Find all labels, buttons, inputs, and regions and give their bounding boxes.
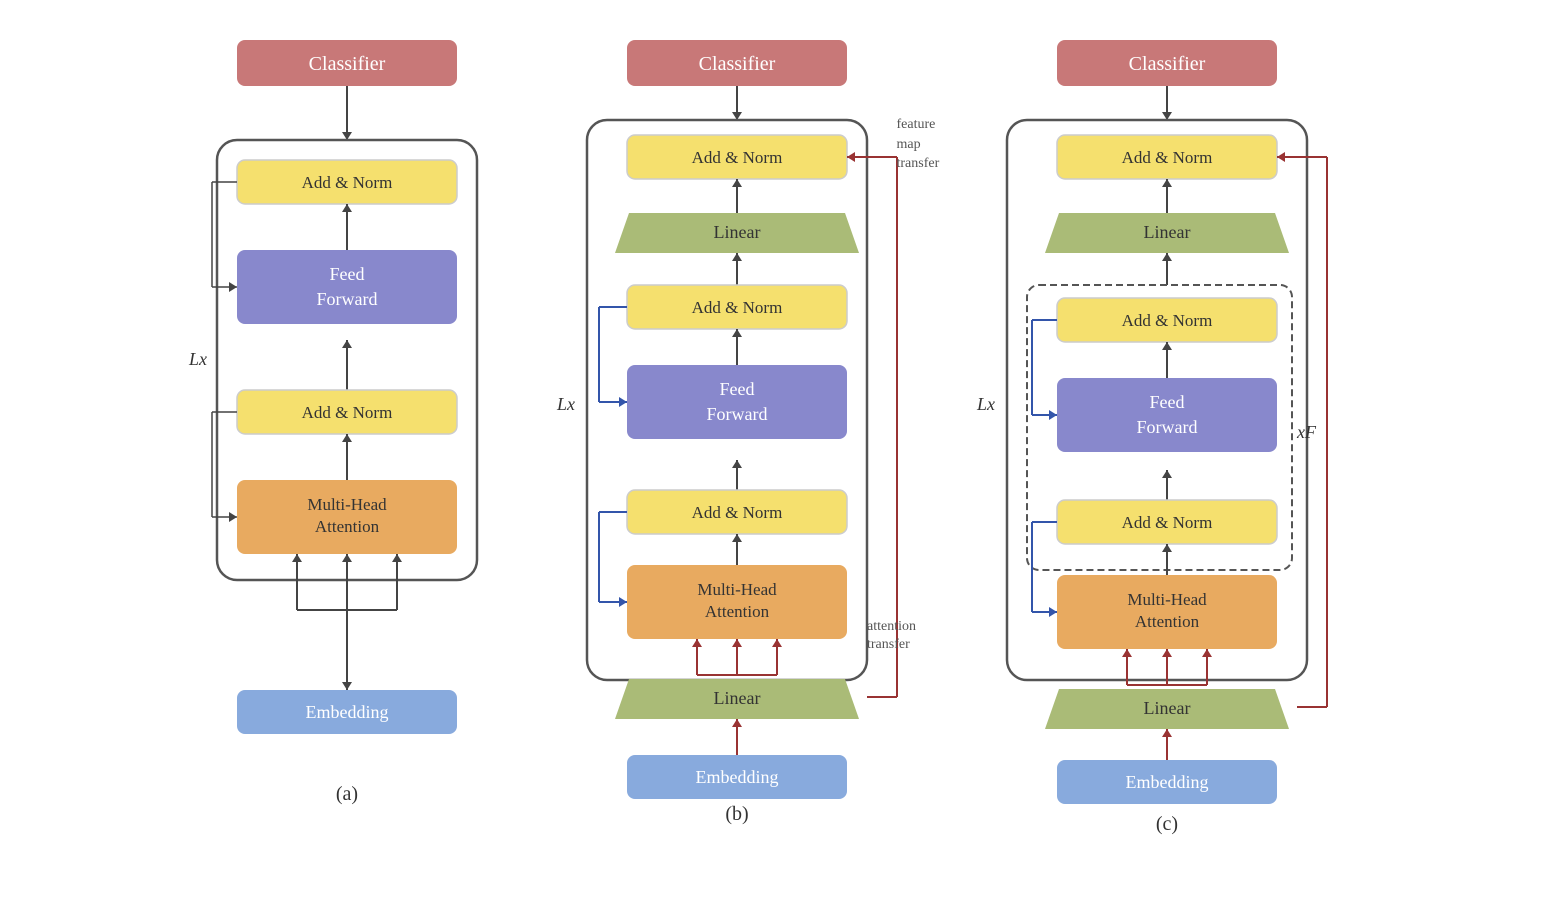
lx-a-label: Lx: [188, 349, 207, 369]
multi-head-a: Multi-Head: [307, 495, 387, 514]
caption-a: (a): [335, 783, 357, 805]
svg-text:Attention: Attention: [314, 517, 379, 536]
diagram-b-svg: Classifier Lx Add & Norm Linear Add & No…: [557, 20, 917, 840]
add-norm-bot-a: Add & Norm: [301, 403, 392, 422]
multi-head-c: Multi-Head: [1127, 590, 1207, 609]
attention-transfer-label: attention: [867, 619, 916, 634]
diagram-c-svg: Classifier Lx Add & Norm Linear xF: [977, 20, 1357, 840]
svg-text:Attention: Attention: [704, 602, 769, 621]
embedding-a: Embedding: [305, 702, 388, 722]
svg-text:transfer: transfer: [867, 637, 910, 652]
linear-bottom-c: Linear: [1143, 698, 1190, 718]
multi-head-b: Multi-Head: [697, 580, 777, 599]
feature-map-transfer-label: feature maptransfer: [897, 115, 940, 174]
svg-text:Forward: Forward: [316, 289, 377, 309]
svg-text:Forward: Forward: [706, 404, 767, 424]
add-norm-1-c: Add & Norm: [1121, 513, 1212, 532]
caption-b: (b): [725, 803, 748, 825]
add-norm-top-a: Add & Norm: [301, 173, 392, 192]
diagram-c: Classifier Lx Add & Norm Linear xF: [977, 20, 1357, 840]
linear-bottom-b: Linear: [713, 688, 760, 708]
feed-forward-c: Feed: [1149, 392, 1184, 412]
embedding-c: Embedding: [1125, 772, 1208, 792]
classifier-b-label: Classifier: [698, 53, 775, 75]
add-norm-top-b: Add & Norm: [691, 148, 782, 167]
svg-text:Forward: Forward: [1136, 417, 1197, 437]
linear-top-b: Linear: [713, 222, 760, 242]
classifier-c-label: Classifier: [1128, 53, 1205, 75]
diagram-a: Classifier Lx Add & Norm Feed Forward: [197, 20, 497, 840]
main-container: Classifier Lx Add & Norm Feed Forward: [0, 0, 1553, 898]
add-norm-top-c: Add & Norm: [1121, 148, 1212, 167]
linear-top-c: Linear: [1143, 222, 1190, 242]
add-norm-1-b: Add & Norm: [691, 503, 782, 522]
embedding-b: Embedding: [695, 767, 778, 787]
feed-forward-a: Feed: [329, 264, 364, 284]
diagram-a-svg: Classifier Lx Add & Norm Feed Forward: [197, 20, 497, 840]
diagram-b: Classifier Lx Add & Norm Linear Add & No…: [557, 20, 917, 840]
feed-forward-b: Feed: [719, 379, 754, 399]
caption-c: (c): [1155, 813, 1177, 835]
svg-text:Attention: Attention: [1134, 612, 1199, 631]
lx-c-label: Lx: [976, 394, 995, 414]
xf-label: xF: [1296, 422, 1317, 442]
add-norm-2-b: Add & Norm: [691, 298, 782, 317]
add-norm-2-c: Add & Norm: [1121, 311, 1212, 330]
lx-b-label: Lx: [556, 394, 575, 414]
classifier-a-label: Classifier: [308, 53, 385, 75]
